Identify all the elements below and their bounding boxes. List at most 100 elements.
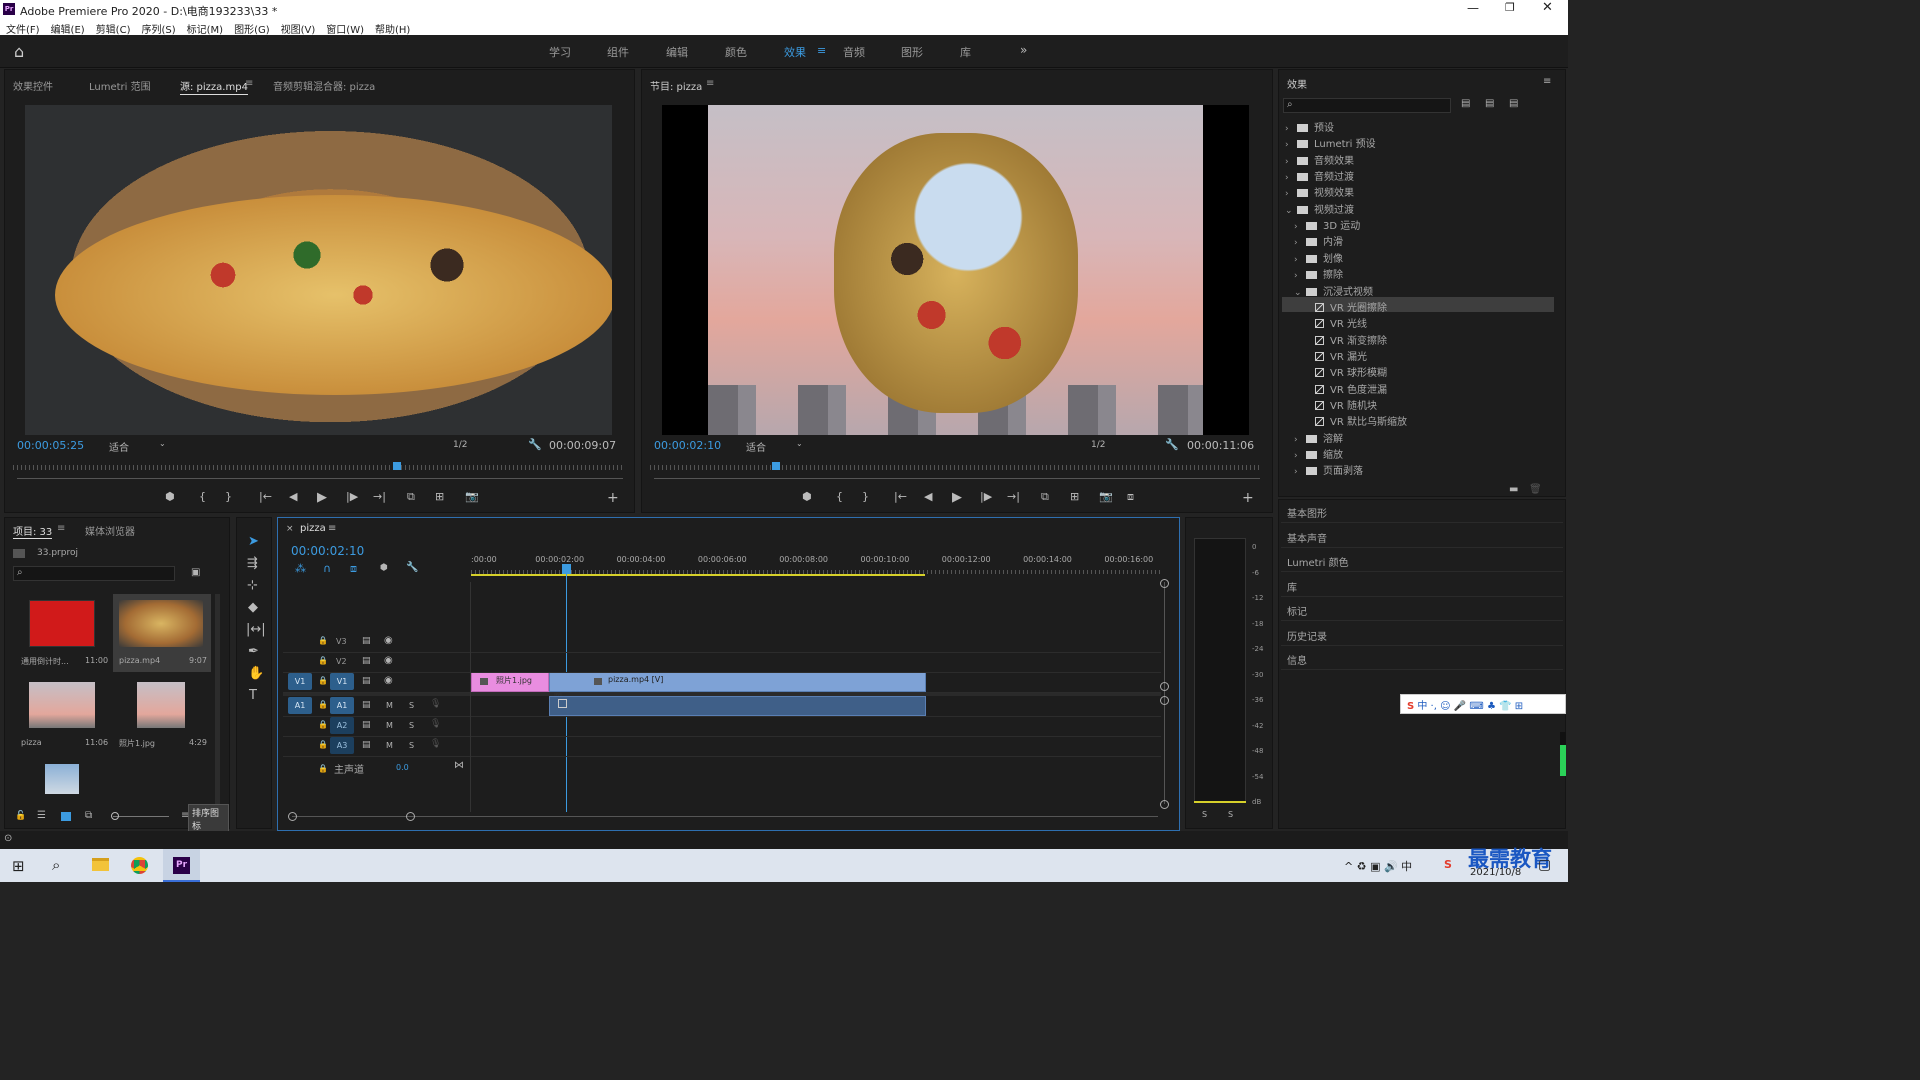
tab-sequence[interactable]: pizza (300, 523, 326, 534)
tab-effect-controls[interactable]: 效果控件 (13, 78, 53, 93)
side-panel-tab[interactable]: 历史记录 (1287, 628, 1327, 643)
chevron-right-icon[interactable]: › (1294, 271, 1306, 281)
play-icon[interactable]: ▶ (317, 490, 327, 505)
clip-pizza-video[interactable]: pizza.mp4 [V] (549, 672, 926, 692)
effects-tree-item[interactable]: VR 渐变擦除 (1303, 332, 1387, 347)
lock-icon[interactable]: 🔓 (15, 811, 26, 821)
chevron-right-icon[interactable]: › (1285, 140, 1297, 150)
project-scrollbar[interactable] (215, 594, 220, 804)
file-explorer-icon[interactable] (92, 858, 109, 871)
chevron-right-icon[interactable]: › (1294, 435, 1306, 445)
solo-button[interactable]: S (409, 721, 414, 730)
tab-program[interactable]: 节目: pizza (650, 78, 702, 93)
effects-tree-item[interactable]: › 音频过渡 (1285, 168, 1354, 183)
lock-icon[interactable]: 🔒 (318, 700, 328, 709)
project-item-countdown[interactable]: 通用倒计时... 11:00 (13, 594, 111, 672)
lift-icon[interactable]: ⧉ (1041, 490, 1049, 504)
pen-tool-icon[interactable]: ✒ (248, 644, 259, 659)
tab-source[interactable]: 源: pizza.mp4 (180, 78, 248, 95)
audio-transition-box[interactable] (558, 699, 567, 708)
lock-icon[interactable]: 🔒 (318, 656, 328, 665)
track-target-V1[interactable]: V1 (330, 673, 354, 690)
premiere-taskbar-icon[interactable]: Pr (163, 849, 200, 882)
solo-left-button[interactable]: S (1202, 810, 1207, 819)
mark-in-icon[interactable]: { (836, 490, 843, 503)
panel-menu-icon[interactable]: ≡ (57, 523, 65, 534)
workspace-tab[interactable]: 颜色 (725, 44, 747, 60)
insert-icon[interactable]: ⧉ (407, 490, 415, 504)
new-bin-icon[interactable]: ▣ (191, 567, 200, 578)
effects-tree-item[interactable]: VR 球形模糊 (1303, 364, 1387, 379)
chevron-right-icon[interactable]: › (1285, 157, 1297, 167)
clip-pizza-audio[interactable] (549, 696, 926, 716)
mark-out-icon[interactable]: } (225, 490, 232, 503)
sync-lock-icon[interactable]: ▤ (362, 720, 371, 730)
chevron-right-icon[interactable]: › (1285, 124, 1297, 134)
ripple-edit-tool-icon[interactable]: ⊹ (247, 578, 258, 593)
mic-icon[interactable]: 🎙 (430, 719, 441, 729)
lock-icon[interactable]: 🔒 (318, 764, 328, 773)
tab-lumetri-scopes[interactable]: Lumetri 范围 (89, 78, 151, 93)
source-patch-v1[interactable]: V1 (288, 673, 312, 690)
windows-start-icon[interactable]: ⊞ (12, 857, 25, 875)
zoom-slider[interactable] (113, 816, 169, 817)
chevron-right-icon[interactable]: › (1285, 189, 1297, 199)
panel-menu-icon[interactable]: ≡ (328, 523, 336, 534)
project-item-photo[interactable]: 照片1.jpg 4:29 (113, 678, 211, 756)
camera-icon[interactable]: 📷 (1099, 490, 1113, 503)
eye-icon[interactable]: ◉ (384, 675, 393, 686)
mark-out-icon[interactable]: } (862, 490, 869, 503)
lock-icon[interactable]: 🔒 (318, 636, 328, 645)
program-timecode[interactable]: 00:00:02:10 (654, 439, 721, 452)
tab-project[interactable]: 项目: 33 (13, 523, 53, 539)
camera-icon[interactable]: 📷 (465, 490, 479, 503)
workspace-tab[interactable]: 学习 (549, 44, 571, 60)
list-view-icon[interactable]: ☰ (37, 810, 46, 821)
scroll-handle[interactable] (1160, 579, 1169, 588)
effects-tree-item[interactable]: ⌄ 沉浸式视频 (1294, 283, 1373, 298)
step-back-icon[interactable]: ◀ (289, 490, 297, 503)
linked-selection-icon[interactable]: ⧈ (350, 562, 357, 576)
tab-audio-clip-mixer[interactable]: 音频剪辑混合器: pizza (273, 78, 375, 93)
close-icon[interactable]: ✕ (1542, 0, 1553, 15)
ime-toolbar[interactable]: S 中 ·, ☺ 🎤 ⌨ ♣ 👕 ⊞ (1400, 694, 1566, 714)
scroll-handle[interactable] (1160, 800, 1169, 809)
eye-icon[interactable]: ◉ (384, 655, 393, 666)
sync-lock-icon[interactable]: ▤ (362, 676, 371, 686)
overwrite-icon[interactable]: ⊞ (435, 490, 444, 503)
timeline-h-scrollbar[interactable] (292, 816, 1158, 817)
side-panel-tab[interactable]: 基本声音 (1287, 530, 1327, 545)
tray-icons[interactable]: ^ ♻ ▣ 🔊 中 (1344, 858, 1412, 874)
program-resolution-dropdown[interactable]: 1/2 (1091, 440, 1105, 450)
effects-tree-item[interactable]: › 页面剥落 (1294, 462, 1363, 477)
accelerated-effects-icon[interactable]: ▤ (1461, 98, 1470, 109)
overflow-chevron-icon[interactable]: » (1020, 43, 1027, 57)
sogou-tray-icon[interactable]: S (1444, 858, 1452, 871)
workspace-menu-icon[interactable]: ≡ (817, 44, 826, 57)
source-patch-a1[interactable]: A1 (288, 697, 312, 714)
step-back-icon[interactable]: ◀ (924, 490, 932, 503)
source-zoom-bar[interactable] (17, 478, 623, 479)
sync-lock-icon[interactable]: ▤ (362, 700, 371, 710)
home-icon[interactable]: ⌂ (14, 42, 24, 61)
wrench-icon[interactable]: 🔧 (406, 562, 418, 573)
effects-tree-item[interactable]: VR 色度泄漏 (1303, 381, 1387, 396)
source-playhead[interactable] (393, 462, 401, 470)
sync-lock-icon[interactable]: ▤ (362, 740, 371, 750)
search-icon[interactable]: ⌕ (52, 856, 60, 874)
mute-button[interactable]: M (386, 741, 393, 750)
wrench-icon[interactable]: 🔧 (1165, 438, 1179, 451)
chevron-right-icon[interactable]: › (1294, 238, 1306, 248)
effects-tree-item[interactable]: VR 光线 (1303, 315, 1367, 330)
workspace-tab[interactable]: 效果 (784, 44, 806, 60)
type-tool-icon[interactable]: T (249, 688, 257, 703)
nest-icon[interactable]: ⁂ (295, 562, 306, 575)
go-to-end-icon[interactable]: ⋈ (454, 760, 464, 771)
delete-icon[interactable]: 🗑 (1529, 484, 1542, 495)
timeline-v-scrollbar[interactable] (1164, 582, 1165, 804)
track-target-V2[interactable]: V2 (336, 657, 347, 666)
effects-tree-item[interactable]: VR 漏光 (1303, 348, 1367, 363)
effects-tree-item[interactable]: VR 默比乌斯缩放 (1303, 413, 1407, 428)
effects-tree-item[interactable]: › 划像 (1294, 250, 1343, 265)
minimize-icon[interactable]: — (1467, 1, 1479, 15)
